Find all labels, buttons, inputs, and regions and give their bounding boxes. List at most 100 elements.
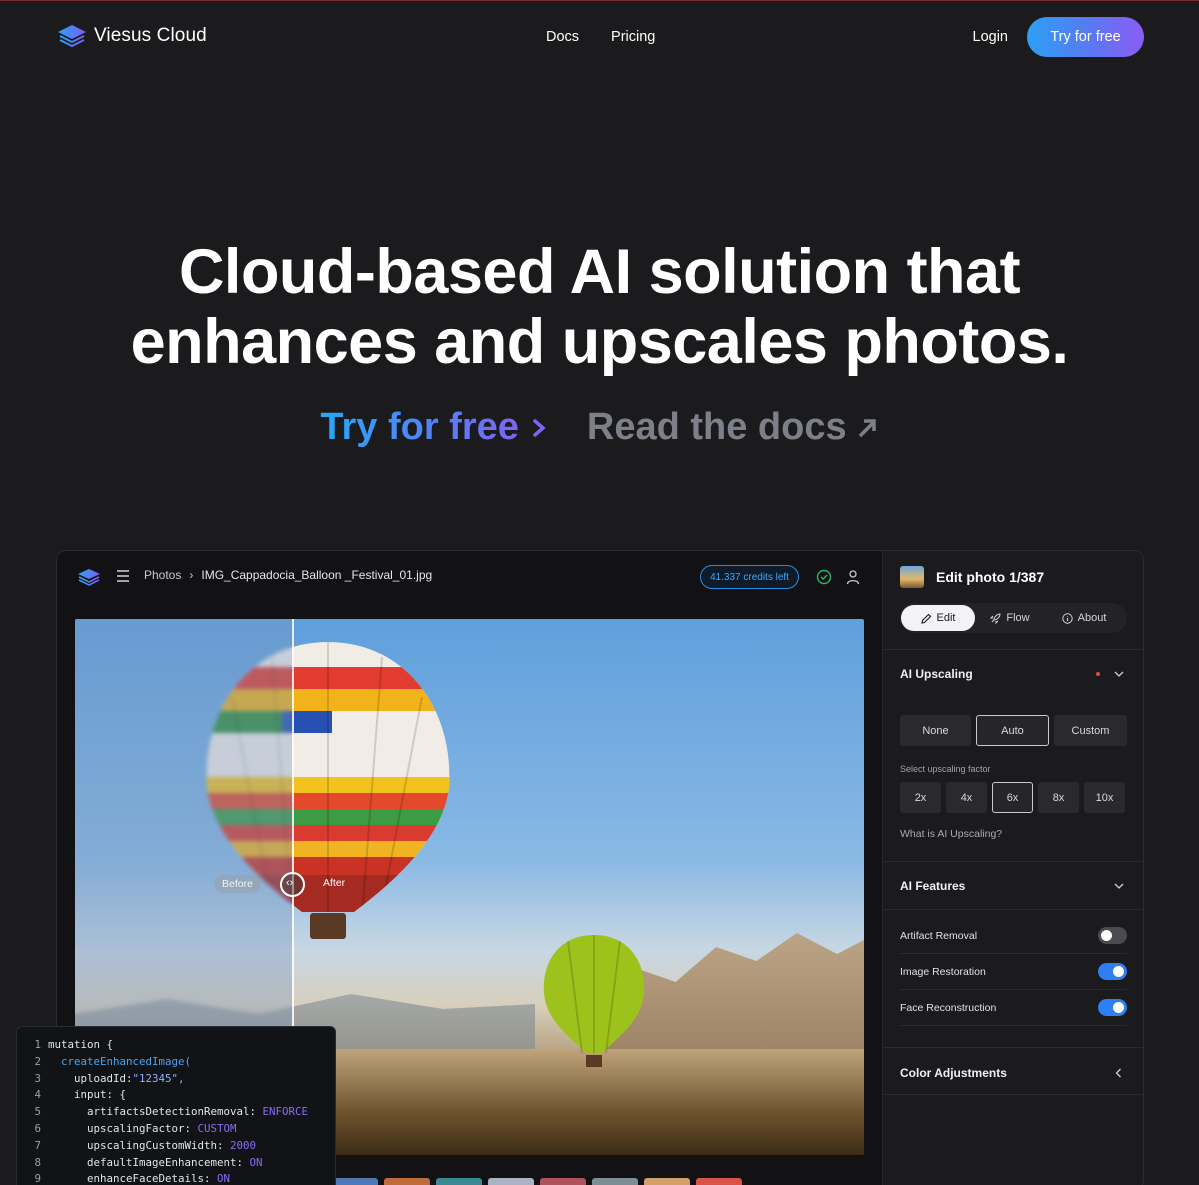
mode-auto-button[interactable]: Auto (976, 715, 1049, 746)
check-circle-icon (816, 569, 832, 585)
thumbnail[interactable] (332, 1178, 378, 1185)
what-is-ai-upscaling-link[interactable]: What is AI Upscaling? (900, 828, 1002, 840)
thumbnail[interactable] (436, 1178, 482, 1185)
nav-docs-link[interactable]: Docs (546, 29, 579, 45)
line-number: 2 (34, 1054, 41, 1068)
code-value: "12345", (132, 1071, 185, 1085)
nav-links: Docs Pricing (546, 29, 655, 45)
breadcrumb-photos[interactable]: Photos (144, 568, 181, 582)
code-line: 9 enhanceFaceDetails: ON (17, 1171, 335, 1185)
app-logo-icon[interactable] (76, 568, 102, 586)
user-icon[interactable] (846, 569, 860, 585)
panel-header: Edit photo 1/387 (900, 566, 1044, 588)
code-value: CUSTOM (197, 1121, 237, 1135)
chevron-left-icon[interactable] (1114, 1068, 1124, 1078)
hero-try-label: Try for free (320, 406, 519, 448)
credits-badge: 41.337 credits left (700, 565, 799, 589)
tab-about-label: About (1077, 612, 1107, 624)
mode-none-button[interactable]: None (900, 715, 971, 746)
menu-icon[interactable] (117, 570, 129, 582)
code-line: 1 mutation { (17, 1037, 335, 1054)
factor-label: Select upscaling factor (900, 764, 991, 774)
image-restoration-toggle[interactable] (1098, 963, 1127, 980)
toggle-knob (1113, 1002, 1124, 1013)
code-key: defaultImageEnhancement: (87, 1155, 250, 1169)
thumbnail[interactable] (644, 1178, 690, 1185)
mode-custom-button[interactable]: Custom (1054, 715, 1127, 746)
code-text: mutation { (48, 1038, 114, 1051)
line-number: 3 (34, 1071, 41, 1085)
artifact-removal-toggle[interactable] (1098, 927, 1127, 944)
code-key: upscalingFactor: (87, 1121, 198, 1135)
feature-image-restoration: Image Restoration (900, 954, 1127, 990)
thumbnail[interactable] (540, 1178, 586, 1185)
tab-flow-label: Flow (1006, 612, 1030, 624)
try-for-free-button[interactable]: Try for free (1027, 17, 1144, 57)
divider (883, 909, 1143, 910)
hero-title: Cloud-based AI solution that enhances an… (0, 237, 1199, 377)
tab-flow[interactable]: Flow (975, 605, 1045, 631)
hero-try-link[interactable]: Try for free (320, 406, 549, 449)
chevron-down-icon[interactable] (1114, 881, 1124, 891)
thumbnail[interactable] (592, 1178, 638, 1185)
ai-upscaling-title[interactable]: AI Upscaling (900, 667, 973, 681)
tab-edit[interactable]: Edit (901, 605, 975, 631)
code-value: 2000 (230, 1138, 257, 1152)
line-number: 7 (34, 1138, 41, 1152)
rocket-icon (990, 612, 1001, 624)
photo-thumbnail (900, 566, 924, 588)
line-number: 1 (34, 1038, 41, 1051)
thumbnail[interactable] (384, 1178, 430, 1185)
panel-tabs: Edit Flow About (900, 603, 1127, 633)
hero-title-line-1: Cloud-based AI solution that (178, 237, 1021, 307)
code-key: upscalingCustomWidth: (87, 1138, 231, 1152)
code-line: 2 createEnhancedImage( (17, 1054, 335, 1071)
factor-8x-button[interactable]: 8x (1038, 782, 1079, 813)
code-key: enhanceFaceDetails: (87, 1172, 218, 1185)
pencil-icon (920, 613, 931, 624)
thumbnail[interactable] (488, 1178, 534, 1185)
code-line: 8 defaultImageEnhancement: ON (17, 1155, 335, 1172)
color-adjustments-title[interactable]: Color Adjustments (900, 1066, 1007, 1080)
ai-features-section: AI Features Artifact Removal Image Resto… (883, 861, 1143, 1047)
info-icon (1061, 612, 1073, 624)
brand-logo[interactable]: Viesus Cloud (56, 23, 207, 49)
factor-2x-button[interactable]: 2x (900, 782, 941, 813)
ai-features-title[interactable]: AI Features (900, 879, 965, 893)
code-line: 4 input: { (17, 1087, 335, 1104)
factor-4x-button[interactable]: 4x (946, 782, 987, 813)
feature-label: Face Reconstruction (900, 1001, 997, 1014)
face-reconstruction-toggle[interactable] (1098, 999, 1127, 1016)
code-key: artifactsDetectionRemoval: (87, 1105, 263, 1119)
upscaling-factor-group: 2x 4x 6x 8x 10x (900, 782, 1125, 813)
line-number: 8 (34, 1155, 41, 1169)
code-line: 7 upscalingCustomWidth: 2000 (17, 1138, 335, 1155)
line-number: 4 (34, 1088, 41, 1102)
breadcrumb: Photos › IMG_Cappadocia_Balloon _Festiva… (144, 568, 432, 582)
factor-6x-button[interactable]: 6x (992, 782, 1033, 813)
code-value: ON (217, 1172, 231, 1185)
code-value: ON (249, 1155, 263, 1169)
hero-docs-link[interactable]: Read the docs (587, 406, 879, 449)
thumbnail[interactable] (696, 1178, 742, 1185)
panel-title: Edit photo 1/387 (936, 569, 1045, 585)
feature-face-reconstruction: Face Reconstruction (900, 990, 1127, 1026)
nav-pricing-link[interactable]: Pricing (611, 29, 655, 45)
tab-edit-label: Edit (936, 612, 956, 624)
code-text: createEnhancedImage( (61, 1054, 192, 1068)
code-text: input: { (74, 1088, 127, 1102)
login-link[interactable]: Login (973, 29, 1008, 45)
hero-title-line-2: enhances and upscales photos. (130, 307, 1069, 377)
compare-handle-icon[interactable]: ‹› (280, 872, 305, 897)
factor-10x-button[interactable]: 10x (1084, 782, 1125, 813)
feature-label: Artifact Removal (900, 929, 978, 942)
feature-artifact-removal: Artifact Removal (900, 918, 1127, 954)
after-label: After (323, 877, 346, 889)
breadcrumb-separator-icon: › (189, 568, 194, 582)
line-number: 9 (34, 1172, 41, 1185)
code-value: ENFORCE (262, 1105, 309, 1119)
tab-about[interactable]: About (1045, 605, 1123, 631)
code-line: 6 upscalingFactor: CUSTOM (17, 1121, 335, 1138)
changed-indicator-dot (1096, 672, 1100, 676)
chevron-down-icon[interactable] (1114, 669, 1124, 679)
